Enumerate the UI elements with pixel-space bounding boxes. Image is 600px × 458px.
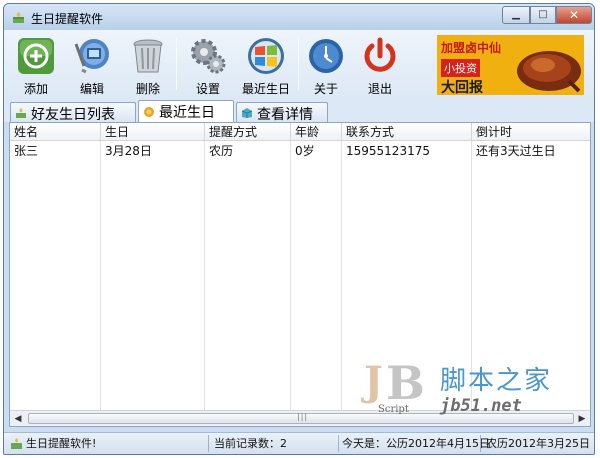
add-icon — [18, 38, 54, 74]
site-watermark: J B Script 脚本之家 jb51.net — [364, 356, 564, 418]
edit-button-label: 编辑 — [79, 82, 104, 96]
exit-button[interactable]: 退出 — [354, 34, 406, 96]
column-divider — [100, 141, 101, 410]
box-icon — [241, 108, 253, 118]
column-header-reminder-type[interactable]: 提醒方式 — [205, 123, 291, 141]
window-title: 生日提醒软件 — [31, 12, 104, 26]
column-divider — [290, 141, 291, 410]
power-icon — [364, 37, 396, 72]
edit-icon — [74, 39, 109, 74]
column-header-contact[interactable]: 联系方式 — [342, 123, 472, 141]
edit-button[interactable]: 编辑 — [66, 34, 118, 96]
about-button-label: 关于 — [313, 82, 338, 96]
scroll-left-icon: ◀ — [14, 414, 22, 424]
minimize-icon: ▁ — [512, 9, 520, 20]
column-header-countdown[interactable]: 倒计时 — [472, 123, 590, 141]
app-status-icon — [11, 438, 22, 449]
scroll-right-button[interactable]: ▶ — [574, 411, 590, 426]
ad-line-1: 加盟卤中仙 — [441, 41, 502, 55]
tab-recent-birthdays[interactable]: 最近生日 — [138, 100, 234, 122]
windows-logo-icon — [248, 38, 284, 74]
table-header: 姓名 生日 提醒方式 年龄 联系方式 倒计时 — [10, 123, 590, 141]
status-separator — [208, 435, 209, 452]
add-button[interactable]: 添加 — [10, 34, 62, 96]
settings-icon — [191, 39, 226, 74]
close-icon: ✕ — [568, 8, 580, 22]
watermark-url: jb51.net — [440, 396, 522, 416]
tab-strip: 好友生日列表 最近生日 查看详情 — [4, 100, 594, 123]
status-app-name: 生日提醒软件! — [26, 437, 97, 450]
ad-line-2: 小投资 — [441, 59, 480, 77]
cell-contact: 15955123175 — [346, 144, 430, 158]
status-separator — [480, 435, 481, 452]
toolbar-separator — [298, 38, 299, 90]
about-button[interactable]: 关于 — [300, 34, 352, 96]
watermark-logo-j: J — [364, 358, 383, 405]
recent-birthdays-button[interactable]: 最近生日 — [234, 34, 298, 96]
delete-button[interactable]: 删除 — [122, 34, 174, 96]
minimize-button[interactable]: ▁ — [502, 6, 530, 24]
watermark-site-name: 脚本之家 — [440, 366, 553, 396]
tab-label: 好友生日列表 — [31, 107, 115, 123]
status-separator — [338, 435, 339, 452]
watermark-script-text: Script — [378, 404, 409, 415]
status-record-count: 当前记录数：2 — [214, 437, 287, 450]
status-bar: 生日提醒软件! 当前记录数：2 今天是：公历2012年4月15日 农历2012年… — [4, 432, 594, 454]
column-header-birthday[interactable]: 生日 — [101, 123, 205, 141]
settings-button-label: 设置 — [195, 82, 220, 96]
column-header-name[interactable]: 姓名 — [10, 123, 101, 141]
column-divider — [204, 141, 205, 410]
table-row[interactable]: 张三 3月28日 农历 0岁 15955123175 还有3天过生日 — [10, 142, 590, 160]
scroll-right-icon: ▶ — [578, 414, 586, 424]
title-bar[interactable]: 生日提醒软件 ▁ □ ✕ — [4, 4, 594, 30]
status-lunar-date: 农历2012年3月25日 — [486, 437, 590, 450]
app-window: 生日提醒软件 ▁ □ ✕ 添加 编辑 删除 设置 最近生日 关于 退出 加盟卤中… — [3, 3, 595, 455]
scroll-grip-icon: ||| — [297, 412, 309, 421]
recent-birthdays-button-label: 最近生日 — [241, 82, 290, 96]
maximize-button[interactable]: □ — [530, 6, 556, 24]
column-divider — [341, 141, 342, 410]
roast-duck-image — [517, 51, 581, 93]
tab-label: 最近生日 — [159, 105, 215, 121]
exit-button-label: 退出 — [367, 82, 392, 96]
watermark-logo-b: B — [386, 356, 425, 410]
birthday-icon — [144, 107, 154, 117]
tab-view-details[interactable]: 查看详情 — [236, 102, 328, 123]
toolbar: 添加 编辑 删除 设置 最近生日 关于 退出 加盟卤中仙 小投资 大回报 — [4, 30, 594, 100]
info-icon — [309, 39, 343, 73]
cell-countdown: 还有3天过生日 — [476, 144, 556, 158]
add-button-label: 添加 — [23, 82, 48, 96]
cell-reminder-type: 农历 — [209, 144, 234, 158]
close-button[interactable]: ✕ — [556, 6, 592, 24]
column-header-age[interactable]: 年龄 — [291, 123, 342, 141]
tab-friends-birthday-list[interactable]: 好友生日列表 — [10, 102, 136, 123]
cake-icon — [16, 108, 26, 118]
ad-line-3: 大回报 — [441, 80, 483, 95]
scroll-left-button[interactable]: ◀ — [10, 411, 26, 426]
delete-button-label: 删除 — [135, 82, 160, 96]
tab-label: 查看详情 — [257, 107, 313, 123]
cell-age: 0岁 — [295, 144, 315, 158]
delete-icon — [133, 39, 163, 73]
maximize-icon: □ — [538, 9, 548, 20]
toolbar-separator — [176, 38, 177, 90]
status-today-date: 今天是：公历2012年4月15日 — [342, 437, 490, 450]
settings-button[interactable]: 设置 — [182, 34, 234, 96]
advertisement-banner[interactable]: 加盟卤中仙 小投资 大回报 — [437, 35, 584, 95]
app-cake-icon — [13, 12, 24, 23]
cell-name: 张三 — [14, 144, 39, 158]
cell-birthday: 3月28日 — [105, 144, 152, 158]
